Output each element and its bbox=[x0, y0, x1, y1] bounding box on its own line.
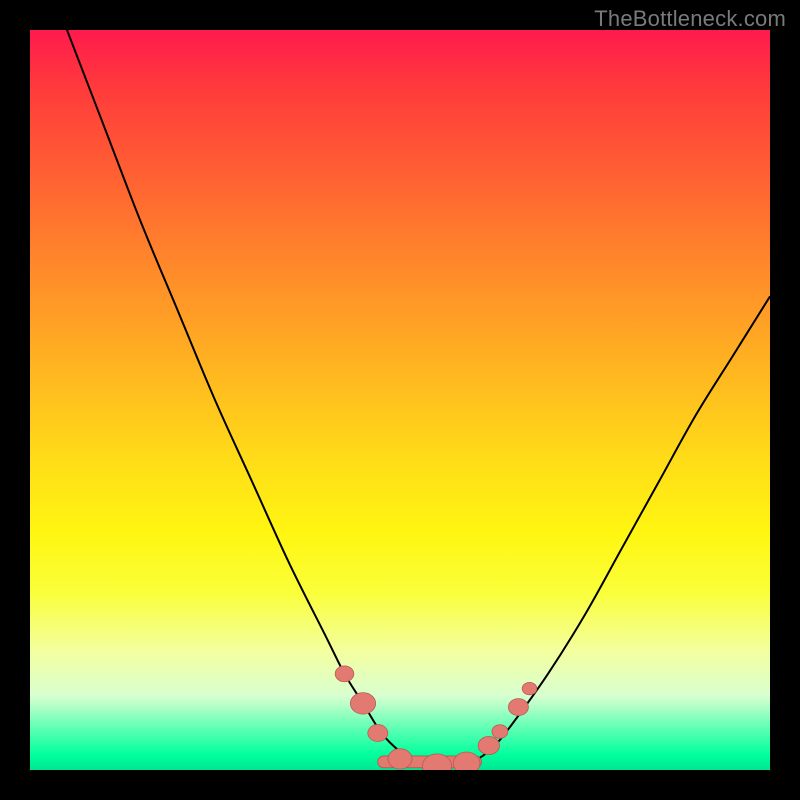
curve-marker bbox=[388, 749, 412, 769]
curve-marker bbox=[492, 725, 508, 739]
curve-path bbox=[67, 30, 770, 767]
curve-marker bbox=[478, 737, 499, 755]
watermark-text: TheBottleneck.com bbox=[594, 6, 786, 32]
plot-area bbox=[30, 30, 770, 770]
curve-marker bbox=[350, 693, 375, 715]
curve-marker bbox=[522, 682, 537, 694]
curve-marker bbox=[335, 666, 354, 682]
curve-marker bbox=[368, 725, 388, 742]
marker-group bbox=[335, 666, 537, 770]
curve-marker bbox=[453, 752, 480, 770]
curve-marker bbox=[508, 699, 528, 716]
chart-frame: TheBottleneck.com bbox=[0, 0, 800, 800]
bottleneck-curve bbox=[30, 30, 770, 770]
